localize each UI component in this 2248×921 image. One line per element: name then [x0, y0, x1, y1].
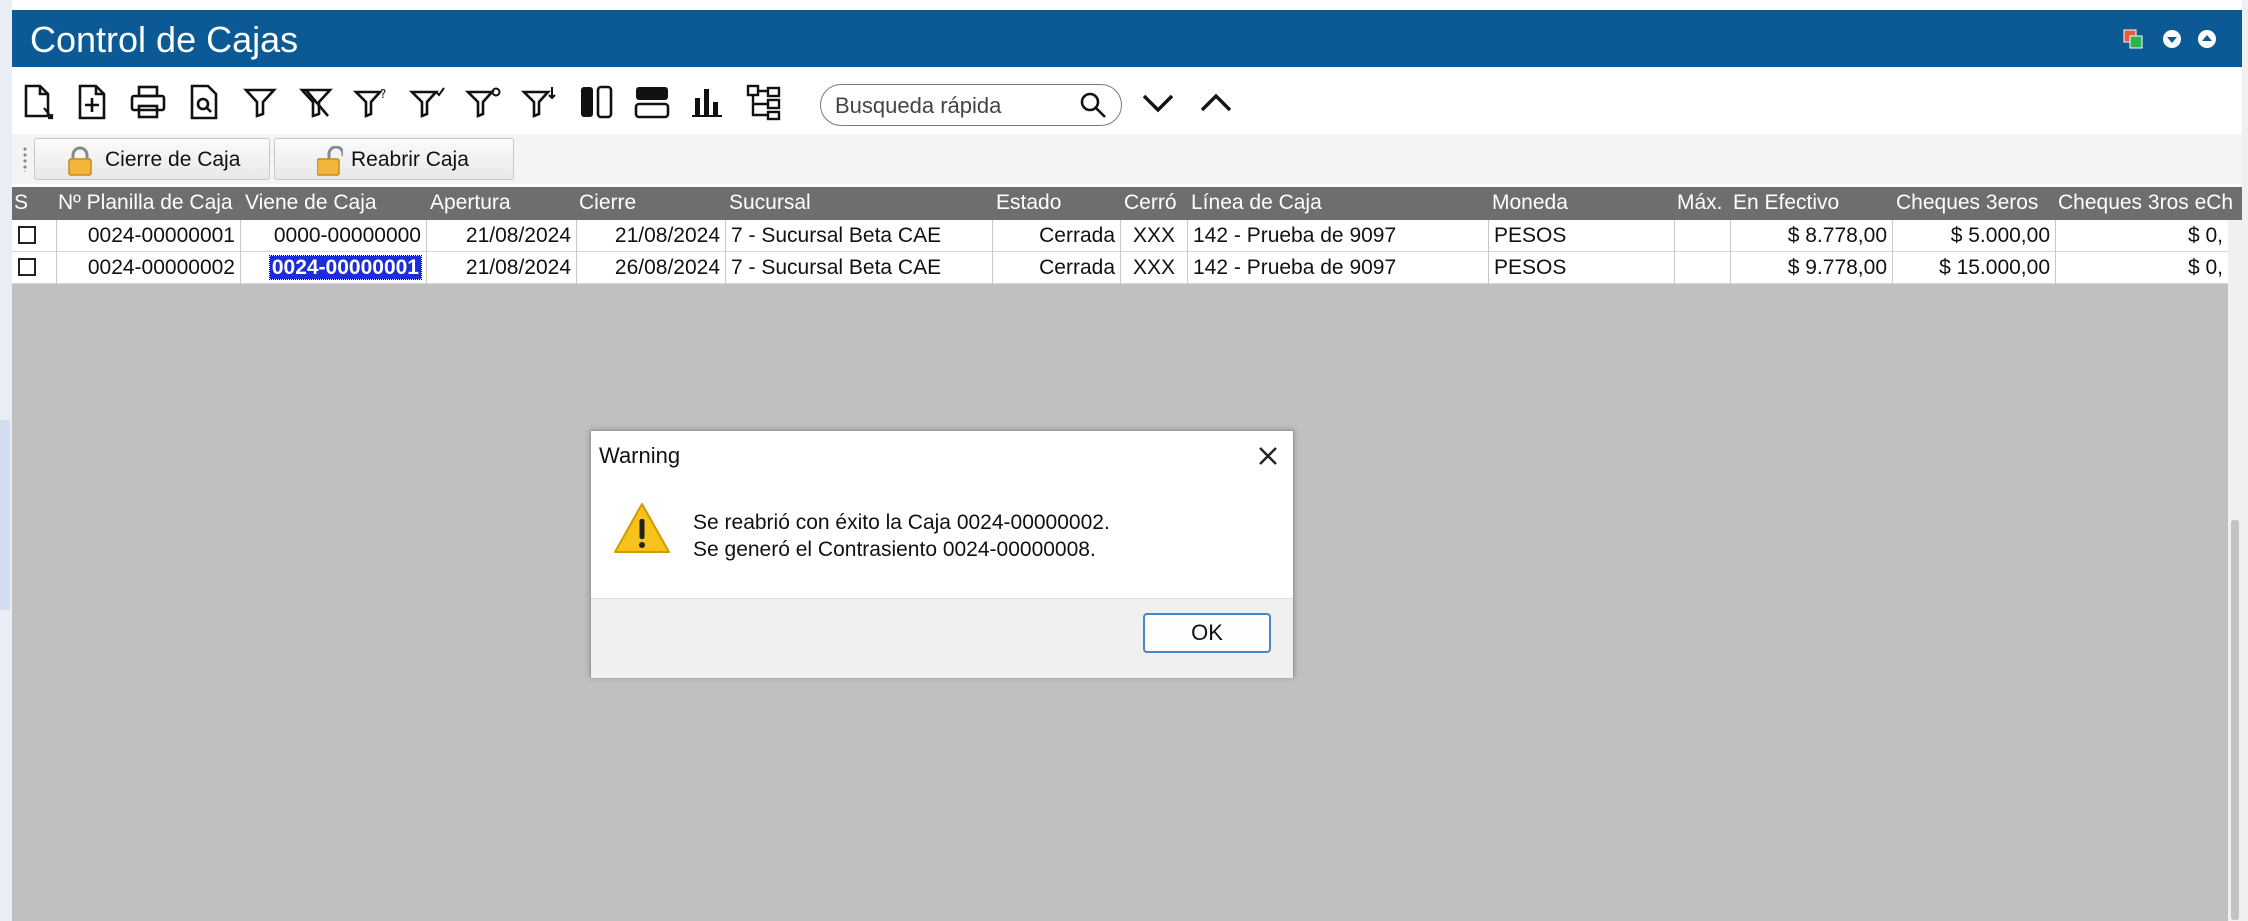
- print-icon[interactable]: [128, 82, 168, 122]
- column-header-moneda[interactable]: Moneda: [1492, 191, 1672, 215]
- column-header-max[interactable]: Máx.: [1677, 191, 1737, 215]
- cell-planilla[interactable]: 0024-00000001: [57, 220, 241, 252]
- cell-cierre[interactable]: 21/08/2024: [577, 220, 726, 252]
- column-header-estado[interactable]: Estado: [996, 191, 1116, 215]
- lock-open-icon: [317, 146, 343, 176]
- close-icon[interactable]: [1253, 441, 1283, 471]
- columns-layout-icon[interactable]: [576, 82, 616, 122]
- reabrir-caja-button[interactable]: Reabrir Caja: [274, 138, 514, 180]
- lock-closed-icon: [68, 146, 92, 176]
- column-header-linea-de-caja[interactable]: Línea de Caja: [1191, 191, 1491, 215]
- cell-linea-de-caja[interactable]: 142 - Prueba de 9097: [1188, 252, 1489, 284]
- dialog-footer: OK: [591, 598, 1293, 678]
- cell-en-efectivo[interactable]: $ 9.778,00: [1731, 252, 1893, 284]
- column-header-sucursal[interactable]: Sucursal: [729, 191, 989, 215]
- background-window-edge: [2242, 0, 2248, 921]
- chevron-up-icon[interactable]: [1196, 82, 1236, 122]
- add-document-icon[interactable]: [72, 82, 112, 122]
- column-header-en-efectivo[interactable]: En Efectivo: [1733, 191, 1893, 215]
- quick-search-input[interactable]: [833, 91, 1067, 121]
- rows-layout-icon[interactable]: [632, 82, 672, 122]
- cell-viene-de-caja-selected[interactable]: 0024-00000001: [241, 252, 427, 284]
- filter-settings-icon[interactable]: [464, 82, 504, 122]
- cell-viene-de-caja[interactable]: 0000-00000000: [241, 220, 427, 252]
- row-checkbox[interactable]: [18, 258, 36, 276]
- background-window-strip: [0, 0, 12, 921]
- cell-cerro[interactable]: XXX: [1121, 220, 1188, 252]
- ok-button[interactable]: OK: [1143, 613, 1271, 653]
- toolbar-grip[interactable]: [23, 146, 27, 172]
- cell-cierre[interactable]: 26/08/2024: [577, 252, 726, 284]
- grid-body: 0024-00000001 0000-00000000 21/08/2024 2…: [12, 220, 2228, 284]
- cell-sucursal[interactable]: 7 - Sucursal Beta CAE: [726, 220, 993, 252]
- quick-search[interactable]: [820, 84, 1122, 126]
- toolbar: ?: [12, 74, 2242, 132]
- actions-bar: Cierre de Caja Reabrir Caja: [12, 134, 2242, 184]
- cierre-de-caja-button[interactable]: Cierre de Caja: [34, 138, 270, 180]
- cell-estado[interactable]: Cerrada: [993, 252, 1121, 284]
- row-checkbox[interactable]: [18, 226, 36, 244]
- chevron-down-icon[interactable]: [1138, 82, 1178, 122]
- warning-dialog: Warning Se reabrió con éxito la Caja 002…: [590, 430, 1294, 678]
- search-icon[interactable]: [1079, 91, 1107, 119]
- scrollbar-thumb[interactable]: [2231, 520, 2239, 920]
- table-row[interactable]: 0024-00000001 0000-00000000 21/08/2024 2…: [12, 220, 2228, 252]
- selected-cell-value: 0024-00000001: [268, 255, 423, 280]
- filter-sort-icon[interactable]: [520, 82, 560, 122]
- dialog-message-line2: Se generó el Contrasiento 0024-00000008.: [693, 538, 1096, 561]
- cell-apertura[interactable]: 21/08/2024: [427, 220, 577, 252]
- column-header-cerro[interactable]: Cerró: [1124, 191, 1188, 215]
- cell-cheques-3ros-ech[interactable]: $ 0,: [2056, 220, 2228, 252]
- arrow-up-icon[interactable]: [2196, 28, 2218, 50]
- filter-question-icon[interactable]: ?: [352, 82, 392, 122]
- reabrir-caja-label: Reabrir Caja: [351, 148, 469, 171]
- column-header-planilla[interactable]: Nº Planilla de Caja: [58, 191, 253, 215]
- cell-moneda[interactable]: PESOS: [1489, 220, 1675, 252]
- cell-en-efectivo[interactable]: $ 8.778,00: [1731, 220, 1893, 252]
- cell-max[interactable]: [1675, 220, 1731, 252]
- title-bar: Control de Cajas: [12, 10, 2242, 67]
- hierarchy-icon[interactable]: [744, 82, 784, 122]
- column-header-viene-de-caja[interactable]: Viene de Caja: [245, 191, 425, 215]
- cell-apertura[interactable]: 21/08/2024: [427, 252, 577, 284]
- column-header-cheques-3ros-ech[interactable]: Cheques 3ros eCh: [2058, 191, 2236, 215]
- svg-text:?: ?: [380, 87, 386, 101]
- column-header-cierre[interactable]: Cierre: [579, 191, 719, 215]
- restore-window-icon[interactable]: [2122, 28, 2144, 50]
- cell-linea-de-caja[interactable]: 142 - Prueba de 9097: [1188, 220, 1489, 252]
- filter-check-icon[interactable]: [408, 82, 448, 122]
- column-header-cheques-3eros[interactable]: Cheques 3eros: [1896, 191, 2056, 215]
- dialog-title: Warning: [599, 443, 681, 468]
- table-row[interactable]: 0024-00000002 0024-00000001 21/08/2024 2…: [12, 252, 2228, 284]
- cell-estado[interactable]: Cerrada: [993, 220, 1121, 252]
- print-preview-icon[interactable]: [184, 82, 224, 122]
- column-header-apertura[interactable]: Apertura: [430, 191, 570, 215]
- cierre-de-caja-label: Cierre de Caja: [105, 148, 241, 171]
- main-window: Control de Cajas ? Busqueda rápida Cierr…: [12, 10, 2242, 921]
- grid-header: S Nº Planilla de Caja Viene de Caja Aper…: [12, 187, 2242, 220]
- filter-icon[interactable]: [240, 82, 280, 122]
- column-header-s[interactable]: S: [14, 191, 38, 215]
- cell-cheques-3eros[interactable]: $ 5.000,00: [1893, 220, 2056, 252]
- cell-max[interactable]: [1675, 252, 1731, 284]
- row-select-cell[interactable]: [12, 220, 57, 252]
- cell-sucursal[interactable]: 7 - Sucursal Beta CAE: [726, 252, 993, 284]
- new-document-icon[interactable]: [18, 82, 58, 122]
- cell-moneda[interactable]: PESOS: [1489, 252, 1675, 284]
- clear-filter-icon[interactable]: [296, 82, 336, 122]
- cell-planilla[interactable]: 0024-00000002: [57, 252, 241, 284]
- warning-icon: [614, 503, 670, 553]
- cell-cheques-3ros-ech[interactable]: $ 0,: [2056, 252, 2228, 284]
- cell-cerro[interactable]: XXX: [1121, 252, 1188, 284]
- vertical-scrollbar[interactable]: [2228, 220, 2242, 921]
- bar-chart-icon[interactable]: [688, 82, 728, 122]
- cell-cheques-3eros[interactable]: $ 15.000,00: [1893, 252, 2056, 284]
- row-select-cell[interactable]: [12, 252, 57, 284]
- window-title: Control de Cajas: [30, 19, 299, 60]
- dialog-message-line1: Se reabrió con éxito la Caja 0024-000000…: [693, 511, 1110, 534]
- arrow-down-icon[interactable]: [2161, 28, 2183, 50]
